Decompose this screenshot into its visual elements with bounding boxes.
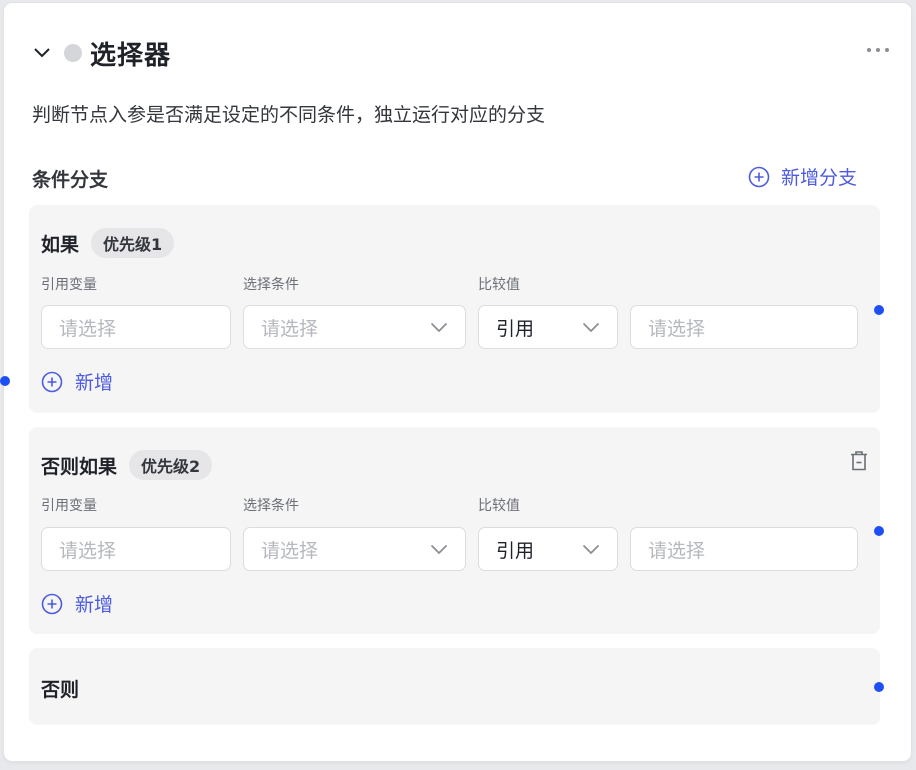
variable-select[interactable]: 请选择 <box>41 305 231 349</box>
node-title: 选择器 <box>90 40 172 71</box>
compare-label: 比较值 <box>478 277 520 293</box>
variable-placeholder: 请选择 <box>59 317 117 340</box>
selector-node-card: 选择器 判断节点入参是否满足设定的不同条件，独立运行对应的分支 条件分支 新增分… <box>4 3 911 761</box>
variable-label: 引用变量 <box>41 498 97 514</box>
section-title: 条件分支 <box>32 169 109 191</box>
plus-circle-icon <box>748 166 770 187</box>
variable-label: 引用变量 <box>41 277 97 293</box>
add-condition-label: 新增 <box>75 372 114 394</box>
branch-title: 如果 <box>41 233 80 256</box>
variable-select[interactable]: 请选择 <box>41 527 231 571</box>
compare-value-placeholder: 请选择 <box>648 539 706 562</box>
branch-title: 否则如果 <box>41 455 118 478</box>
branch-title: 否则 <box>41 679 80 701</box>
collapse-chevron-down-icon[interactable] <box>32 43 52 63</box>
condition-select[interactable]: 请选择 <box>243 527 466 571</box>
branch-else-if: 否则如果 优先级2 引用变量 选择条件 比较值 请选择 请选择 引用 请选择 新… <box>29 427 880 634</box>
priority-badge: 优先级2 <box>129 450 213 480</box>
compare-type-value: 引用 <box>496 317 535 340</box>
chevron-down-icon <box>430 322 448 332</box>
condition-label: 选择条件 <box>243 498 299 514</box>
node-status-dot <box>64 44 82 62</box>
chevron-down-icon <box>582 322 600 332</box>
compare-type-select[interactable]: 引用 <box>478 527 618 571</box>
compare-value-select[interactable]: 请选择 <box>630 527 858 571</box>
add-condition-button[interactable]: 新增 <box>41 368 113 395</box>
compare-label: 比较值 <box>478 498 520 514</box>
more-options-icon[interactable] <box>867 45 889 55</box>
variable-placeholder: 请选择 <box>59 539 117 562</box>
chevron-down-icon <box>430 544 448 554</box>
node-header: 选择器 <box>32 33 171 73</box>
output-port-if[interactable] <box>874 305 884 315</box>
compare-type-value: 引用 <box>496 539 535 562</box>
branch-if: 如果 优先级1 引用变量 选择条件 比较值 请选择 请选择 引用 请选择 新增 <box>29 205 880 413</box>
condition-select[interactable]: 请选择 <box>243 305 466 349</box>
delete-branch-trash-icon[interactable] <box>850 450 868 472</box>
add-branch-label: 新增分支 <box>780 167 857 189</box>
output-port-else[interactable] <box>874 682 884 692</box>
output-port-else-if[interactable] <box>874 526 884 536</box>
priority-badge: 优先级1 <box>91 228 175 258</box>
input-port[interactable] <box>0 376 10 386</box>
plus-circle-icon <box>41 371 63 392</box>
condition-label: 选择条件 <box>243 277 299 293</box>
branch-else: 否则 <box>29 648 880 725</box>
add-condition-button[interactable]: 新增 <box>41 590 113 617</box>
compare-type-select[interactable]: 引用 <box>478 305 618 349</box>
chevron-down-icon <box>582 544 600 554</box>
condition-placeholder: 请选择 <box>261 317 319 340</box>
condition-placeholder: 请选择 <box>261 539 319 562</box>
plus-circle-icon <box>41 593 63 614</box>
node-description: 判断节点入参是否满足设定的不同条件，独立运行对应的分支 <box>32 104 546 126</box>
add-condition-label: 新增 <box>75 594 114 616</box>
add-branch-button[interactable]: 新增分支 <box>748 163 857 190</box>
compare-value-placeholder: 请选择 <box>648 317 706 340</box>
compare-value-select[interactable]: 请选择 <box>630 305 858 349</box>
